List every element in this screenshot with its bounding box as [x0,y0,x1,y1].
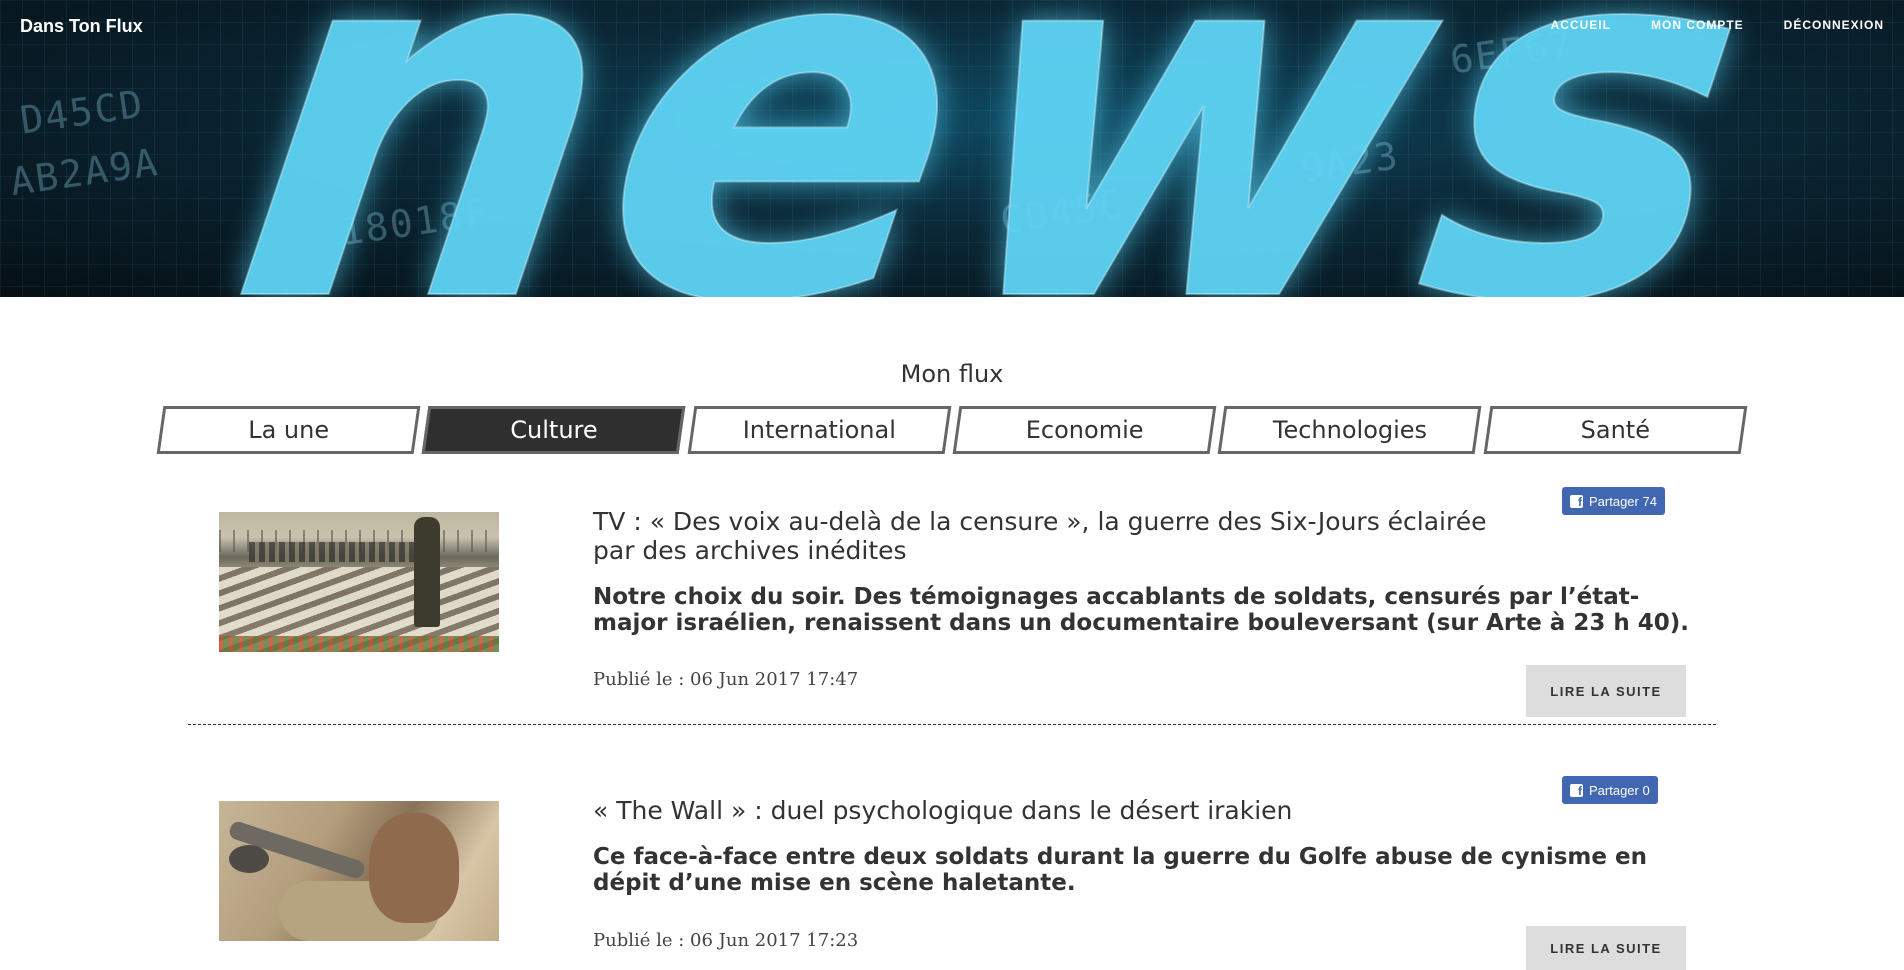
read-more-button[interactable]: LIRE LA SUITE [1526,926,1686,970]
nav-link-accueil[interactable]: ACCUEIL [1551,18,1611,32]
thumb-detail [414,517,440,627]
facebook-share-button[interactable]: f Partager 74 [1562,487,1665,515]
nav-links: ACCUEIL MON COMPTE DÉCONNEXION [1551,18,1884,32]
category-tabs: La une Culture International Economie Te… [156,406,1748,454]
article-summary: Ce face-à-face entre deux soldats durant… [593,844,1647,896]
thumb-detail [219,636,499,652]
thumb-detail [369,813,459,923]
article-card: TV : « Des voix au-delà de la censure »,… [188,487,1718,722]
article-divider [188,724,1716,725]
tab-label: La une [248,416,330,444]
tab-technologies[interactable]: Technologies [1217,406,1482,454]
article-title[interactable]: « The Wall » : duel psychologique dans l… [593,796,1533,825]
article-thumbnail[interactable] [219,801,499,941]
article-card: « The Wall » : duel psychologique dans l… [188,776,1718,970]
tab-international[interactable]: International [687,406,952,454]
share-label: Partager 0 [1589,782,1650,798]
article-date: Publié le : 06 Jun 2017 17:23 [593,930,859,951]
nav-link-mon-compte[interactable]: MON COMPTE [1651,18,1744,32]
thumb-detail [229,845,269,873]
brand-logo[interactable]: Dans Ton Flux [20,16,143,37]
tab-mon-flux-label: Mon flux [900,360,1004,388]
nav-link-deconnexion[interactable]: DÉCONNEXION [1784,18,1884,32]
tab-la-une[interactable]: La une [156,406,421,454]
facebook-icon: f [1570,494,1583,508]
tab-label: Santé [1580,416,1650,444]
tab-economie[interactable]: Economie [952,406,1217,454]
tab-label: Economie [1025,416,1144,444]
facebook-share-button[interactable]: f Partager 0 [1562,776,1658,804]
article-date: Publié le : 06 Jun 2017 17:47 [593,669,859,690]
share-label: Partager 74 [1589,493,1657,509]
article-title[interactable]: TV : « Des voix au-delà de la censure »,… [593,507,1533,565]
tab-label: Technologies [1272,416,1428,444]
article-thumbnail[interactable] [219,512,499,652]
article-summary: Notre choix du soir. Des témoignages acc… [593,584,1689,636]
tab-label: International [742,416,896,444]
thumb-detail [249,542,439,562]
facebook-icon: f [1570,783,1583,797]
tab-culture[interactable]: Culture [421,406,686,454]
tab-label: Culture [510,416,598,444]
read-more-button[interactable]: LIRE LA SUITE [1526,665,1686,717]
tab-mon-flux[interactable]: Mon flux [156,350,1748,398]
tab-sante[interactable]: Santé [1483,406,1748,454]
top-navigation: Dans Ton Flux ACCUEIL MON COMPTE DÉCONNE… [0,0,1904,54]
